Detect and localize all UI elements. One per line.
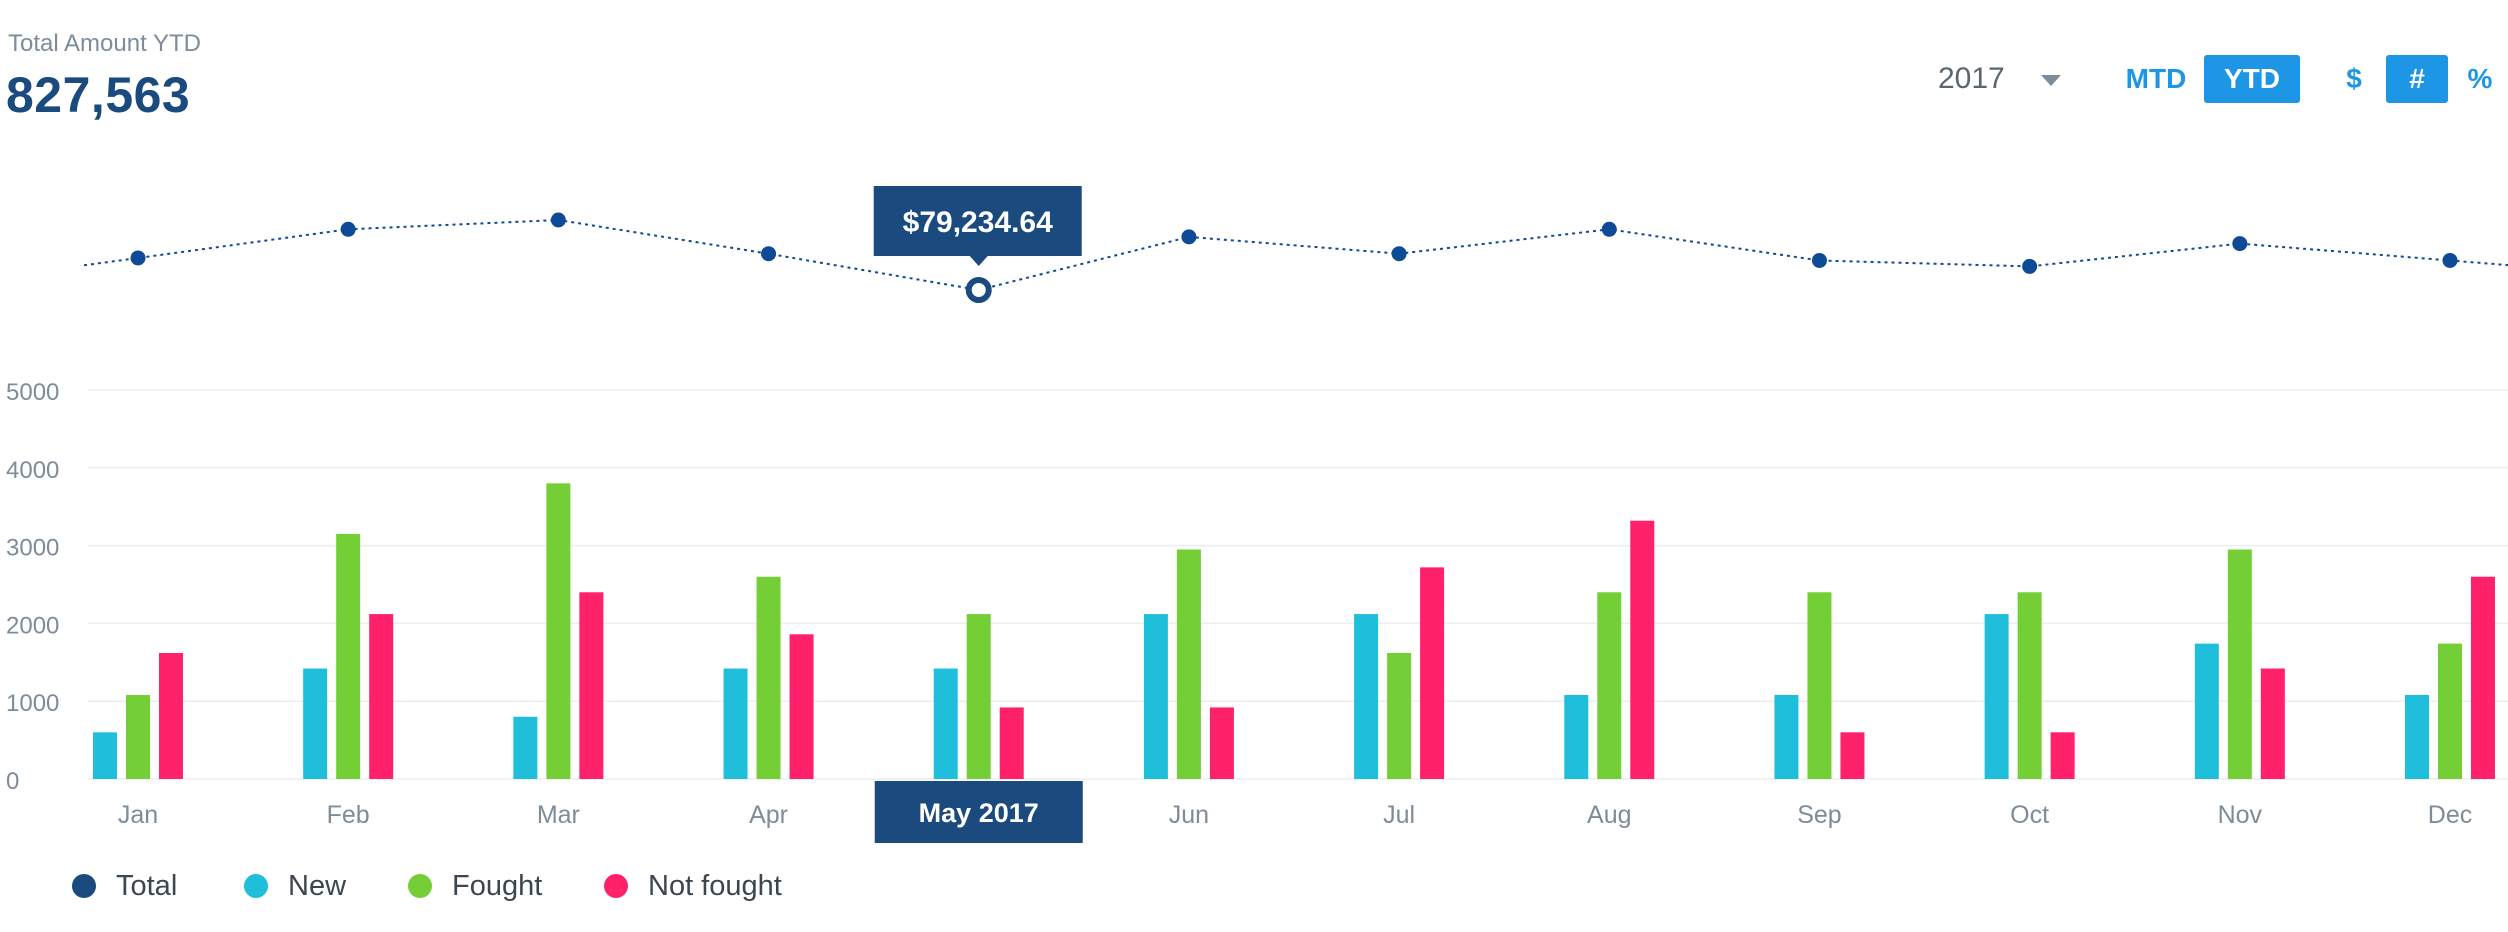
bar-jul-new (1354, 614, 1379, 779)
bar-feb-not-fought (369, 614, 394, 779)
bar-aug-fought (1597, 592, 1622, 779)
bar-feb-fought (336, 533, 361, 779)
total-legend-dot (72, 874, 96, 898)
x-tick-label: Jul (1383, 801, 1415, 829)
bar-jul-not-fought (1420, 567, 1445, 779)
bar-apr-not-fought (789, 634, 814, 779)
total-point-jul (1391, 246, 1407, 262)
total-legend-label: Total (116, 869, 178, 902)
total-point-oct (2022, 258, 2038, 274)
total-point-apr (761, 246, 777, 262)
y-tick-label: 3000 (6, 535, 59, 562)
total-point-jan (130, 250, 146, 266)
legend-item-not-fought[interactable]: Not fought (604, 866, 782, 906)
tooltip-value: $79,234.64 (903, 206, 1053, 239)
bar-aug-new (1564, 694, 1589, 779)
bar-oct-not-fought (2050, 732, 2075, 779)
y-tick-label: 1000 (6, 690, 59, 717)
fought-legend-label: Fought (452, 869, 543, 902)
total-point-feb (340, 221, 356, 237)
bar-apr-fought (756, 576, 781, 779)
bar-jul-fought (1387, 652, 1412, 779)
bar-aug-not-fought (1630, 520, 1655, 779)
legend-item-fought[interactable]: Fought (408, 866, 542, 906)
x-tick-label: Apr (749, 801, 788, 829)
bar-oct-new (1984, 614, 2009, 779)
bar-feb-new (303, 668, 328, 779)
x-tick-label: Jun (1169, 801, 1209, 829)
x-tick-label: Nov (2218, 801, 2263, 829)
bar-dec-not-fought (2471, 576, 2495, 779)
total-point-selected (965, 277, 992, 303)
total-point-mar (550, 212, 566, 228)
x-tick-label: Mar (537, 801, 580, 829)
total-point-jun (1181, 229, 1197, 245)
total-point-nov (2232, 236, 2248, 252)
y-tick-label: 5000 (6, 379, 59, 406)
legend-item-new[interactable]: New (244, 866, 346, 906)
y-tick-label: 4000 (6, 457, 59, 484)
bar-oct-fought (2017, 592, 2042, 779)
new-legend-label: New (288, 869, 347, 902)
not-fought-legend-label: Not fought (648, 869, 782, 902)
bar-jun-new (1143, 614, 1168, 779)
bar-jan-new (93, 732, 117, 779)
bar-mar-fought (546, 483, 571, 779)
bar-sep-new (1774, 694, 1799, 779)
not-fought-legend-dot (604, 874, 628, 898)
bar-may-not-fought (999, 707, 1024, 779)
bar-may-new (933, 668, 958, 779)
bar-apr-new (723, 668, 748, 779)
bar-jan-not-fought (159, 652, 183, 779)
x-tick-label: Jan (118, 801, 158, 829)
bar-nov-new (2194, 643, 2219, 779)
selected-month-label: May 2017 (919, 798, 1039, 828)
bar-nov-not-fought (2260, 668, 2285, 779)
bar-mar-new (513, 716, 538, 779)
total-point-aug (1601, 221, 1617, 237)
bar-mar-not-fought (579, 592, 604, 779)
x-tick-label: Sep (1797, 801, 1841, 829)
bar-sep-not-fought (1840, 732, 1865, 779)
total-trend-line (83, 218, 2508, 292)
fought-legend-dot (408, 874, 432, 898)
total-point-sep (1811, 252, 1827, 268)
chart-area: 0 1000 2000 3000 4000 5000 Jan Feb Mar Apr May 201… (6, 186, 2508, 843)
legend-item-total[interactable]: Total (72, 866, 177, 906)
bar-jun-fought (1176, 549, 1201, 779)
total-point-dec (2442, 252, 2458, 268)
y-tick-label: 0 (6, 768, 19, 795)
bar-may-fought (966, 614, 991, 779)
tooltip-pointer (969, 256, 988, 266)
bar-sep-fought (1807, 592, 1832, 779)
bar-dec-fought (2438, 643, 2462, 779)
bar-nov-fought (2227, 549, 2252, 779)
y-tick-label: 2000 (6, 612, 59, 639)
x-tick-label: Dec (2428, 801, 2472, 829)
bar-jun-not-fought (1209, 707, 1234, 779)
x-tick-label: Feb (327, 801, 370, 829)
x-tick-label: Aug (1587, 801, 1631, 829)
bar-dec-new (2405, 694, 2429, 779)
new-legend-dot (244, 874, 268, 898)
x-tick-label: Oct (2010, 801, 2049, 829)
bar-jan-fought (126, 694, 150, 779)
